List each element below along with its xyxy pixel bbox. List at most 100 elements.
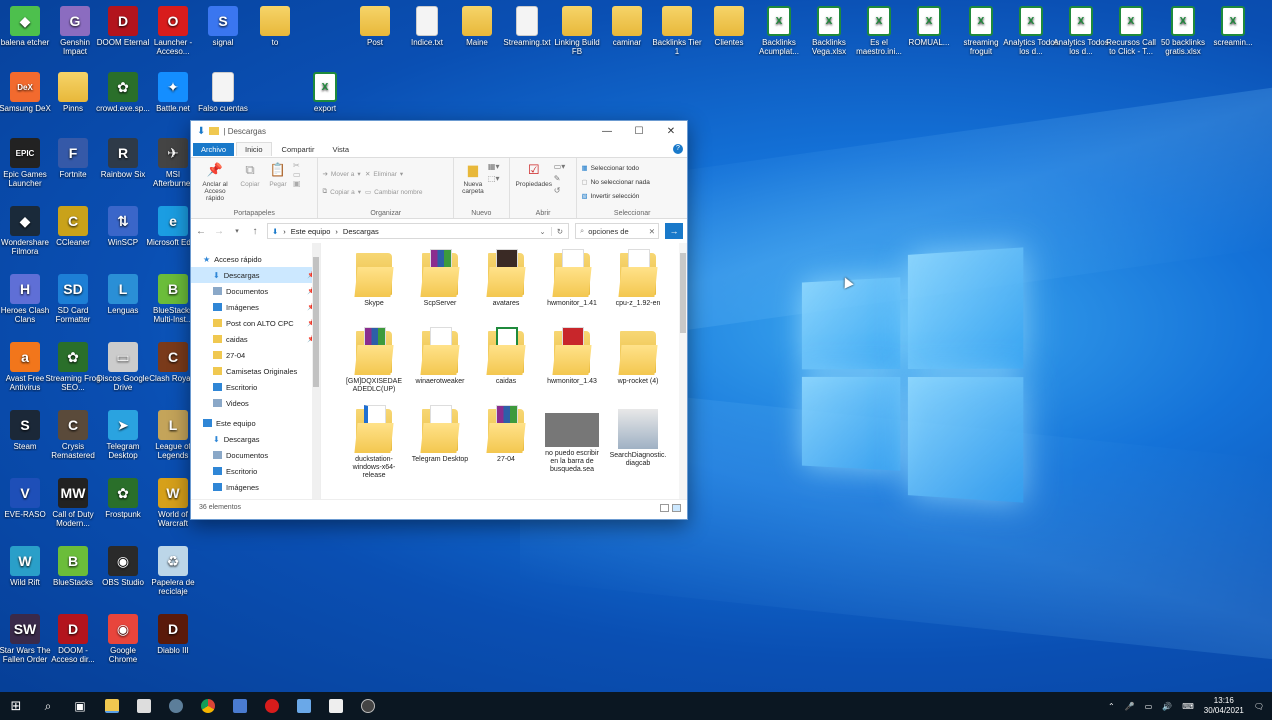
desktop-icon[interactable]: Post [347,6,403,47]
taskbar-chrome[interactable] [192,692,224,720]
rename-button[interactable]: ▭ Cambiar nombre [365,185,423,199]
desktop-icon[interactable]: R Rainbow Six [95,138,151,179]
file-item[interactable]: no puedo escribir en la barra de busqued… [539,405,605,483]
desktop-icon[interactable]: ⇅ WinSCP [95,206,151,247]
tab-inicio[interactable]: Inicio [236,142,272,156]
clock[interactable]: 13:16 30/04/2021 [1204,696,1244,716]
large-icons-view-button[interactable] [672,504,681,512]
desktop-icon[interactable]: L Lenguas [95,274,151,315]
select-none-button[interactable]: ▢ No seleccionar nada [581,175,683,189]
desktop-icon[interactable]: ◉ OBS Studio [95,546,151,587]
tab-vista[interactable]: Vista [324,143,357,156]
copy-to-button[interactable]: ⧉ Copiar a ▾ [322,185,361,199]
nav-item[interactable]: Escritorio [191,379,320,395]
desktop-icon[interactable]: ♻ Papelera de reciclaje [145,546,201,596]
desktop-icon[interactable]: O Launcher - Acceso... [145,6,201,56]
start-button[interactable]: ⊞ [0,692,32,720]
breadcrumb-este-equipo[interactable]: Este equipo [291,227,331,236]
help-icon[interactable]: ? [673,144,683,154]
taskbar-file-explorer[interactable] [96,692,128,720]
desktop-icon[interactable]: B BlueStacks [45,546,101,587]
network-icon[interactable]: ▭ [1145,702,1153,711]
desktop-icon[interactable]: D DOOM Eternal [95,6,151,47]
desktop-icon[interactable]: Linking Build FB [549,6,605,56]
desktop-icon[interactable]: D DOOM - Acceso dir... [45,614,101,664]
refresh-icon[interactable]: ↻ [551,227,568,236]
close-button[interactable]: ✕ [655,126,687,137]
up-button[interactable]: ↑ [249,226,261,237]
desktop-icon[interactable]: Clientes [701,6,757,47]
desktop-icon[interactable]: caminar [599,6,655,47]
desktop-icon[interactable]: ✿ Streaming Frog SEO... [45,342,101,392]
desktop-icon[interactable]: X Backlinks Acumplat... [751,6,807,56]
desktop-icon[interactable]: Backlinks Tier 1 [649,6,705,56]
breadcrumb-descargas[interactable]: Descargas [343,227,379,236]
search-go-button[interactable]: → [665,223,683,239]
file-item[interactable]: hwmonitor_1.41 [539,249,605,327]
desktop-icon[interactable]: ◆ balena etcher [0,6,53,47]
nav-item[interactable]: Post con ALTO CPC📌 [191,315,320,331]
desktop-icon[interactable]: Xstreaming froguit [953,6,1009,56]
desktop-icon[interactable]: F Fortnite [45,138,101,179]
desktop-icon[interactable]: Indice.txt [399,6,455,47]
desktop-icon[interactable]: ◉ Google Chrome [95,614,151,664]
taskbar-app-2[interactable] [320,692,352,720]
desktop-icon[interactable]: to [247,6,303,47]
tab-compartir[interactable]: Compartir [274,143,323,156]
task-view-button[interactable]: ▣ [64,692,96,720]
file-item[interactable]: [GM]DQXISEDAEADEDLC(UP) [341,327,407,405]
address-dropdown-icon[interactable]: ⌄ [539,227,545,236]
nav-scrollbar[interactable] [312,243,320,499]
nav-item[interactable]: Videos [191,395,320,411]
desktop-icon[interactable]: X Recursos Call to Click - T... [1103,6,1159,56]
desktop-icon[interactable]: ▭ Discos Google Drive [95,342,151,392]
desktop-icon[interactable]: Xexport [297,72,353,113]
search-button[interactable]: ⌕ [32,692,64,720]
invert-selection-button[interactable]: ▧ Invertir selección [581,189,683,203]
desktop-icon[interactable]: ✿ Frostpunk [95,478,151,519]
recent-dropdown[interactable]: ▾ [231,227,243,235]
select-all-button[interactable]: ▦ Seleccionar todo [581,161,683,175]
desktop-icon[interactable]: X Analytics Todos los d... [1003,6,1059,56]
delete-button[interactable]: ✕ Eliminar ▾ [365,167,423,181]
maximize-button[interactable]: ☐ [623,126,655,137]
desktop-icon[interactable]: Falso cuentas [195,72,251,113]
desktop-icon[interactable]: C Crysis Remastered [45,410,101,460]
nav-item[interactable]: Camisetas Originales [191,363,320,379]
language-icon[interactable]: ⌨ [1182,702,1194,711]
file-item[interactable]: wp-rocket (4) [605,327,671,405]
taskbar-store[interactable] [128,692,160,720]
nav-item[interactable]: ⬇ Descargas [191,431,320,447]
desktop-icon[interactable]: Ssignal [195,6,251,47]
nav-item[interactable]: ⬇Descargas📌 [191,267,320,283]
nav-item[interactable]: 27-04 [191,347,320,363]
nav-item[interactable]: Este equipo [191,415,320,431]
clear-search-icon[interactable]: ✕ [649,227,655,236]
file-item[interactable]: avatares [473,249,539,327]
nav-item[interactable]: Documentos📌 [191,283,320,299]
nav-item[interactable]: Imágenes [191,479,320,495]
desktop-icon[interactable]: ✿ crowd.exe.sp... [95,72,151,113]
file-item[interactable]: Skype [341,249,407,327]
desktop-icon[interactable]: X Es el maestro.ini... [851,6,907,56]
back-button[interactable]: ← [195,226,207,237]
nav-item[interactable]: Escritorio [191,463,320,479]
address-bar[interactable]: ⬇ › Este equipo › Descargas ⌄ ↻ [267,223,569,239]
file-item[interactable]: winaerotweaker [407,327,473,405]
taskbar-screen-app[interactable] [224,692,256,720]
tab-archivo[interactable]: Archivo [193,143,234,156]
desktop-icon[interactable]: C CCleaner [45,206,101,247]
desktop-icon[interactable]: D Diablo III [145,614,201,655]
taskbar-obs[interactable] [352,692,384,720]
desktop-icon[interactable]: Streaming.txt [499,6,555,47]
nav-item[interactable]: Imágenes📌 [191,299,320,315]
file-item[interactable]: 27-04 [473,405,539,483]
file-item[interactable]: cpu-z_1.92-en [605,249,671,327]
quick-access-down-icon[interactable]: ⬇ [197,126,205,137]
volume-icon[interactable]: 🔊 [1162,702,1172,711]
desktop-icon[interactable]: X 50 backlinks gratis.xlsx [1155,6,1211,56]
notifications-icon[interactable]: 🗨 [1254,702,1264,711]
files-scrollbar[interactable] [679,243,687,499]
file-item[interactable]: caidas [473,327,539,405]
taskbar-steam[interactable] [160,692,192,720]
